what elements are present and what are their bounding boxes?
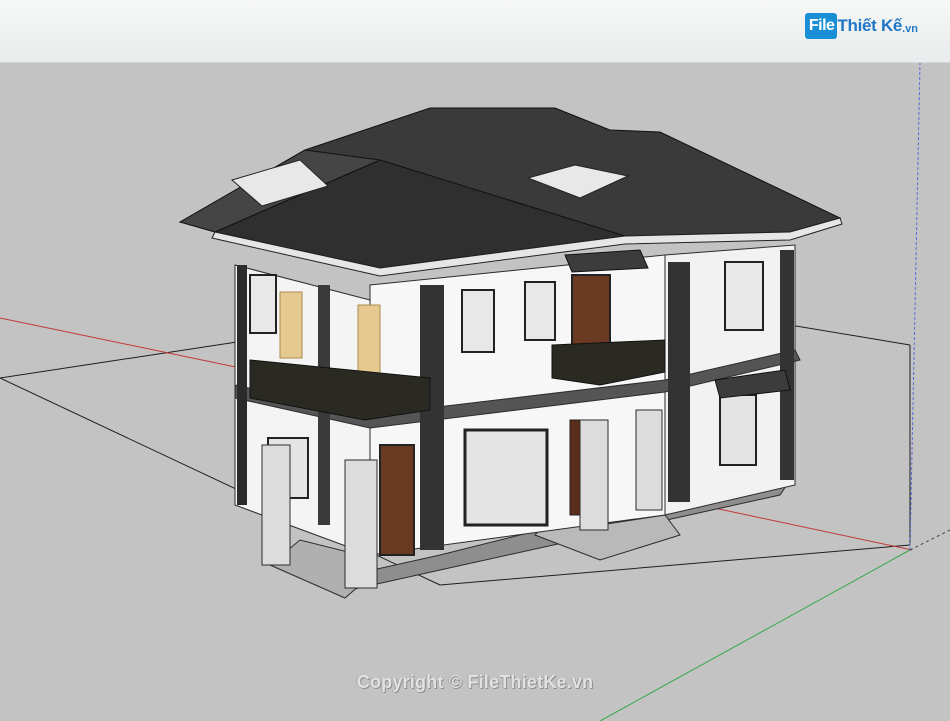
upper-window-3	[724, 261, 764, 331]
model-viewport[interactable]	[0, 63, 950, 721]
upper-window-1	[461, 289, 495, 353]
upper-window-2	[524, 281, 556, 341]
blue-axis	[909, 63, 921, 551]
lower-column-2	[344, 459, 378, 589]
column-1	[279, 291, 303, 359]
dashed-axis	[909, 529, 950, 551]
lower-window-1	[463, 428, 549, 527]
entry-door-left	[379, 444, 415, 556]
red-axis-positive	[699, 504, 913, 551]
lower-column-3	[579, 419, 609, 531]
top-toolbar-area: File Thiết Kế .vn	[0, 0, 950, 63]
brand-badge: File	[804, 13, 838, 39]
brand-logo: File Thiết Kế .vn	[804, 10, 918, 42]
villa-model[interactable]	[178, 107, 843, 599]
brand-tld: .vn	[902, 22, 918, 35]
upper-awning	[564, 249, 649, 273]
sketchup-window: File Thiết Kế .vn Copyright © FileThietK…	[0, 0, 950, 721]
upper-window-4	[249, 274, 277, 334]
lower-window-2	[719, 394, 757, 466]
red-axis	[0, 317, 251, 371]
pilaster-3	[668, 262, 690, 502]
lower-column-1	[261, 444, 291, 566]
pilaster-4	[780, 250, 794, 480]
model-canvas[interactable]	[0, 63, 950, 721]
green-axis	[599, 549, 911, 721]
pilaster-2	[420, 285, 444, 550]
copyright-watermark: Copyright © FileThietKe.vn	[356, 672, 594, 692]
brand-name: Thiết Kế	[837, 16, 903, 35]
pilaster-1	[237, 265, 247, 505]
column-2	[357, 304, 381, 378]
lower-column-4	[635, 409, 663, 511]
